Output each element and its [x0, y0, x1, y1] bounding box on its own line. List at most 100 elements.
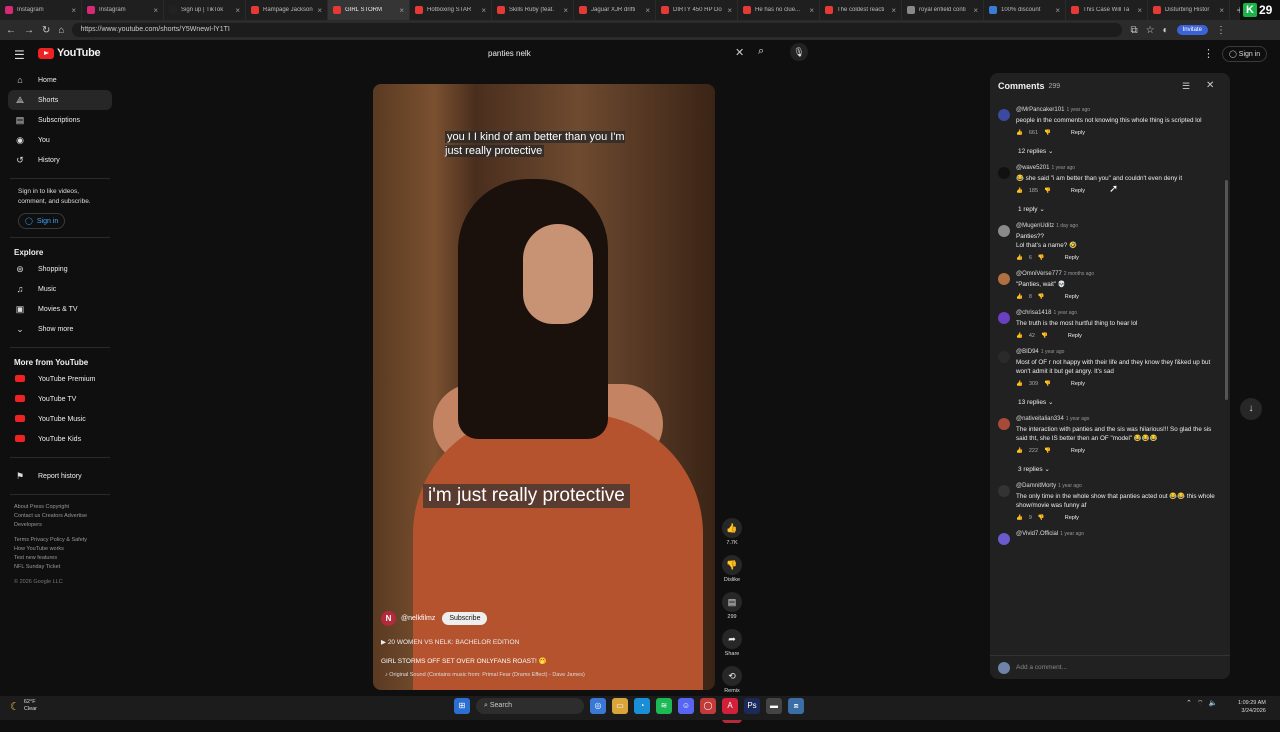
edge-icon[interactable]: ◔	[634, 698, 650, 714]
footer-links-3[interactable]: Developers	[0, 521, 120, 530]
commenter-avatar[interactable]	[998, 418, 1010, 430]
browser-tab[interactable]: DIRTY 450 HP Do ×	[656, 0, 738, 20]
browser-tab[interactable]: Skills Ruby (feat. ×	[492, 0, 574, 20]
close-icon[interactable]: ✕	[1206, 80, 1214, 91]
comment-timestamp[interactable]: 1 year ago	[1066, 107, 1090, 113]
browser-tab[interactable]: Hotboxing STAR ×	[410, 0, 492, 20]
sidebar-item-music[interactable]: ♫ Music	[8, 279, 112, 299]
browser-tab[interactable]: Jaguar XJR drifti ×	[574, 0, 656, 20]
browser-tab[interactable]: Rampage Jackson ×	[246, 0, 328, 20]
comment-timestamp[interactable]: 1 year ago	[1051, 165, 1075, 171]
browser-tab[interactable]: Disturbing Histor ×	[1148, 0, 1230, 20]
reply-button[interactable]: Reply	[1065, 255, 1079, 261]
tab-close-icon[interactable]: ×	[317, 6, 322, 15]
adobe-icon[interactable]: A	[722, 698, 738, 714]
comment-timestamp[interactable]: 2 months ago	[1064, 271, 1094, 277]
tab-close-icon[interactable]: ×	[891, 6, 896, 15]
tab-close-icon[interactable]: ×	[563, 6, 568, 15]
file-explorer-icon[interactable]: ▭	[612, 698, 628, 714]
footer-links-7[interactable]: NFL Sunday Ticket	[0, 563, 120, 572]
bookmark-star-icon[interactable]: ☆	[1146, 25, 1155, 36]
sound-link[interactable]: ♪ Original Sound (Contains music from: P…	[385, 672, 585, 678]
sidebar-item-subscriptions[interactable]: ▤ Subscriptions	[8, 110, 112, 130]
view-replies-button[interactable]: 1 reply ⌄	[990, 205, 1222, 213]
tab-close-icon[interactable]: ×	[153, 6, 158, 15]
comment-author[interactable]: @Vivid7.Official	[1016, 531, 1058, 537]
browser-tab[interactable]: Instagram ×	[0, 0, 82, 20]
commenter-avatar[interactable]	[998, 312, 1010, 324]
spotify-icon[interactable]: ≋	[656, 698, 672, 714]
settings-more-icon[interactable]: ⋮	[1203, 47, 1214, 60]
tab-close-icon[interactable]: ×	[645, 6, 650, 15]
next-video-arrow-icon[interactable]: ↓	[1240, 398, 1262, 420]
playlist-link[interactable]: ▶ 20 WOMEN VS NELK: BACHELOR EDITION	[381, 638, 519, 646]
sidebar-item-youtube-premium[interactable]: YouTube Premium	[8, 369, 112, 389]
sidebar-item-report-history[interactable]: ⚑ Report history	[8, 466, 112, 486]
browser-tab[interactable]: Instagram ×	[82, 0, 164, 20]
tab-close-icon[interactable]: ×	[809, 6, 814, 15]
reply-button[interactable]: Reply	[1071, 188, 1085, 194]
comment-timestamp[interactable]: 1 year ago	[1060, 531, 1084, 537]
start-icon[interactable]: ⊞	[454, 698, 470, 714]
comments-scrollbar[interactable]	[1225, 180, 1228, 400]
tab-close-icon[interactable]: ×	[973, 6, 978, 15]
commenter-avatar[interactable]	[998, 273, 1010, 285]
footer-links-6[interactable]: Test new features	[0, 554, 120, 563]
tab-close-icon[interactable]: ×	[1219, 6, 1224, 15]
thumbs-down-icon[interactable]: 👎	[1044, 381, 1051, 387]
terminal-icon[interactable]: ▬	[766, 698, 782, 714]
sidebar-item-show-more[interactable]: ⌄ Show more	[8, 319, 112, 339]
commenter-avatar[interactable]	[998, 167, 1010, 179]
comment-timestamp[interactable]: 1 year ago	[1041, 349, 1065, 355]
sidebar-item-you[interactable]: ◉ You	[8, 130, 112, 150]
thumbs-down-icon[interactable]: 👎	[1044, 448, 1051, 454]
chevron-up-icon[interactable]: ⌃	[1186, 699, 1192, 708]
comment-timestamp[interactable]: 1 day ago	[1056, 223, 1078, 229]
comment-author[interactable]: @MrPancaker101	[1016, 107, 1064, 113]
weather-widget[interactable]: ☾ 62°F Clear	[10, 699, 37, 713]
clock[interactable]: 1:09:29 AM 3/24/2026	[1238, 699, 1266, 715]
sort-icon[interactable]: ☰	[1182, 81, 1190, 92]
commenter-avatar[interactable]	[998, 109, 1010, 121]
tab-close-icon[interactable]: ×	[71, 6, 76, 15]
reply-button[interactable]: Reply	[1071, 381, 1085, 387]
reload-icon[interactable]: ↻	[42, 25, 50, 36]
thumbs-down-icon[interactable]: 👎	[1041, 333, 1048, 339]
view-replies-button[interactable]: 12 replies ⌄	[990, 147, 1222, 155]
reply-button[interactable]: Reply	[1065, 515, 1079, 521]
sign-in-button[interactable]: ◯ Sign in	[1222, 46, 1268, 62]
add-comment-field[interactable]: Add a comment...	[990, 655, 1230, 679]
thumbs-down-icon[interactable]: 👎	[1038, 255, 1045, 261]
thumbs-down-icon[interactable]: 👎	[1038, 515, 1045, 521]
commenter-avatar[interactable]	[998, 533, 1010, 545]
commenter-avatar[interactable]	[998, 351, 1010, 363]
microphone-icon[interactable]: 🎙	[790, 43, 808, 61]
youtube-logo[interactable]: YouTube	[38, 47, 101, 59]
view-replies-button[interactable]: 3 replies ⌄	[990, 465, 1222, 473]
hamburger-menu-icon[interactable]: ☰	[14, 48, 25, 62]
reply-button[interactable]: Reply	[1068, 333, 1082, 339]
volume-icon[interactable]: 🔈	[1208, 699, 1217, 708]
like-button[interactable]: 👍 7.7K	[718, 518, 746, 546]
dislike-button[interactable]: 👎 Dislike	[718, 555, 746, 583]
sidebar-item-history[interactable]: ↺ History	[8, 150, 112, 170]
comment-author[interactable]: @chrisa1418	[1016, 310, 1051, 316]
shorts-video-player[interactable]: you I I kind of am better than you I'm j…	[373, 84, 715, 690]
comment-author[interactable]: @MugenUditz	[1016, 223, 1054, 229]
notification-badge[interactable]: K 29	[1240, 0, 1280, 20]
home-icon[interactable]: ⌂	[58, 25, 64, 36]
thumbs-down-icon[interactable]: 👎	[1044, 130, 1051, 136]
tab-close-icon[interactable]: ×	[727, 6, 732, 15]
discord-icon[interactable]: ☺	[678, 698, 694, 714]
comment-author[interactable]: @BID94	[1016, 349, 1039, 355]
back-icon[interactable]: ←	[6, 25, 16, 36]
taskbar-search[interactable]: ⌕ Search	[476, 698, 584, 714]
thumbs-up-icon[interactable]: 👍	[1016, 188, 1023, 194]
thumbs-up-icon[interactable]: 👍	[1016, 381, 1023, 387]
thumbs-up-icon[interactable]: 👍	[1016, 294, 1023, 300]
sidebar-item-home[interactable]: ⌂ Home	[8, 70, 112, 90]
browser-tab[interactable]: This Case Will Ta ×	[1066, 0, 1148, 20]
browser-tab[interactable]: The coldest reacti ×	[820, 0, 902, 20]
share-button[interactable]: ➦ Share	[718, 629, 746, 657]
wifi-icon[interactable]: ⌔	[1197, 699, 1204, 708]
